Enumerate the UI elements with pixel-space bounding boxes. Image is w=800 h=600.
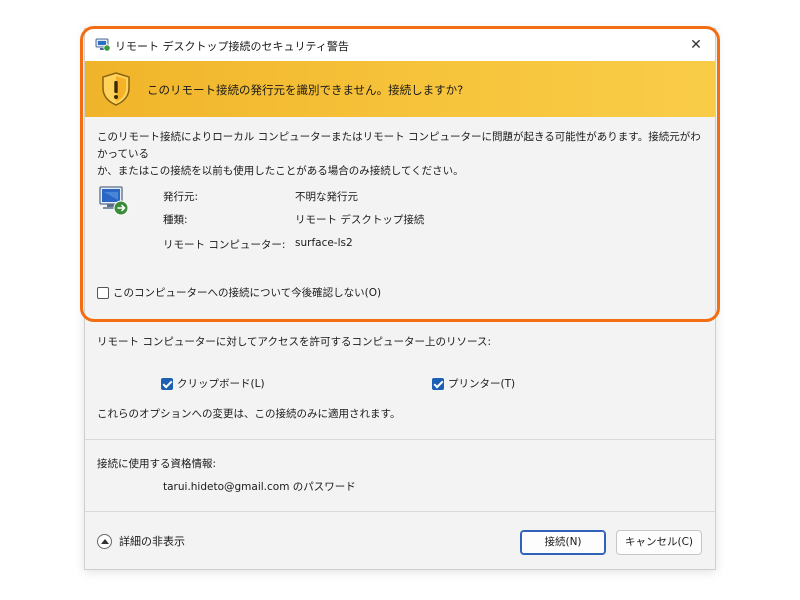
printer-checkbox[interactable]: プリンター(T) (432, 376, 515, 391)
clipboard-label: クリップボード(L) (177, 378, 265, 390)
remote-computer-icon (99, 186, 129, 216)
warning-shield-icon (102, 72, 130, 106)
dont-ask-checkbox-box[interactable] (97, 286, 109, 299)
hide-details-toggle[interactable]: 詳細の非表示 (97, 533, 185, 549)
clipboard-checkbox[interactable]: クリップボード(L) (161, 376, 265, 391)
chevron-up-icon (97, 533, 112, 549)
printer-checkbox-box[interactable] (432, 377, 444, 390)
divider (85, 439, 715, 440)
description-line-2: る (138, 148, 149, 160)
description-line-3: か、またはこの接続を以前も使用したことがある場合のみ接続してください。 (97, 165, 464, 177)
printer-label: プリンター(T) (448, 378, 516, 390)
window-title: リモート デスクトップ接続のセキュリティ警告 (115, 40, 349, 53)
dont-ask-checkbox[interactable]: このコンピューターへの接続について今後確認しない(O) (97, 285, 381, 300)
security-warning-dialog: リモート デスクトップ接続のセキュリティ警告 ✕ このリモート接続の発行元を識別… (84, 28, 716, 570)
remote-computer-value: surface-ls2 (295, 237, 353, 249)
resources-heading: リモート コンピューターに対してアクセスを許可するコンピューター上のリソース: (97, 336, 492, 348)
publisher-value: 不明な発行元 (295, 191, 358, 203)
connect-button[interactable]: 接続(N) (520, 530, 606, 555)
remote-computer-label: リモート コンピューター: (163, 239, 286, 251)
options-note: これらのオプションへの変更は、この接続のみに適用されます。 (97, 408, 401, 420)
cancel-button[interactable]: キャンセル(C) (616, 530, 702, 555)
risk-description: このリモート接続によりローカル コンピューターまたはリモート コンピューターに問… (97, 129, 705, 180)
publisher-label: 発行元: (163, 191, 199, 203)
clipboard-checkbox-box[interactable] (161, 377, 173, 390)
warning-headline: このリモート接続の発行元を識別できません。接続しますか? (147, 83, 464, 97)
credentials-heading: 接続に使用する資格情報: (97, 458, 217, 470)
dont-ask-label: このコンピューターへの接続について今後確認しない(O) (113, 287, 382, 299)
credentials-value: tarui.hideto@gmail.com のパスワード (163, 481, 356, 493)
title-bar: リモート デスクトップ接続のセキュリティ警告 ✕ (85, 29, 715, 61)
warning-banner: このリモート接続の発行元を識別できません。接続しますか? (85, 61, 715, 117)
close-button[interactable]: ✕ (685, 34, 707, 56)
hide-details-label: 詳細の非表示 (119, 535, 185, 548)
dialog-footer: 詳細の非表示 接続(N) キャンセル(C) (85, 511, 715, 569)
remote-desktop-icon (95, 38, 111, 52)
description-line-1: このリモート接続によりローカル コンピューターまたはリモート コンピューターに問… (97, 131, 701, 160)
type-value: リモート デスクトップ接続 (295, 214, 425, 226)
type-label: 種類: (163, 214, 188, 226)
